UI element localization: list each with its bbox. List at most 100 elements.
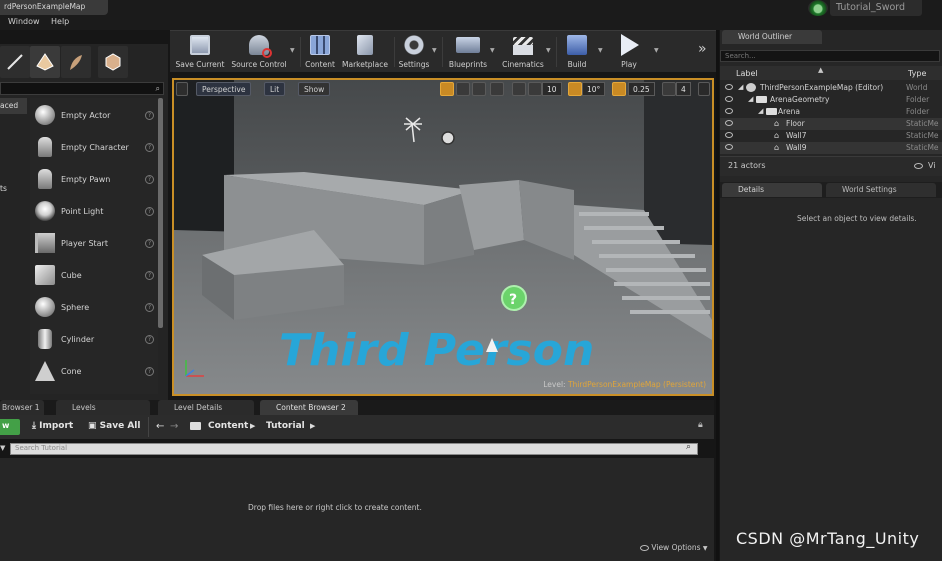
menu-help[interactable]: Help — [51, 17, 69, 26]
level-tab[interactable]: rdPersonExampleMap — [0, 0, 108, 15]
list-item-empty-character[interactable]: Empty Character ? — [32, 132, 154, 162]
list-item-player-start[interactable]: Player Start ? — [32, 228, 154, 258]
path-separator-icon[interactable]: ▶ — [250, 422, 255, 430]
content-button[interactable]: Content — [303, 33, 337, 71]
save-all-button[interactable]: ▣ Save All — [88, 419, 140, 435]
show-dropdown[interactable]: Show — [298, 82, 331, 96]
list-item-sphere[interactable]: Sphere ? — [32, 292, 154, 322]
scale-snap-value[interactable]: 0.25 — [628, 82, 655, 96]
rotate-tool-icon[interactable] — [456, 82, 470, 96]
place-search-input[interactable]: ⌕ — [0, 82, 164, 95]
menu-window[interactable]: Window — [8, 17, 40, 26]
maximize-viewport-icon[interactable] — [698, 82, 710, 96]
add-new-button[interactable]: w — [0, 419, 20, 435]
level-viewport[interactable]: Third Person ? Perspective Lit Show 10 1… — [172, 78, 714, 396]
tab-content-browser-1[interactable]: Browser 1 — [0, 400, 44, 415]
perspective-dropdown[interactable]: Perspective — [196, 82, 252, 96]
scale-tool-icon[interactable] — [472, 82, 486, 96]
visibility-eye-icon[interactable] — [725, 132, 733, 138]
blueprints-button[interactable]: Blueprints — [446, 33, 490, 71]
help-icon[interactable]: ? — [145, 302, 154, 312]
panel-splitter[interactable] — [716, 30, 719, 561]
help-icon[interactable]: ? — [145, 206, 154, 216]
world-local-icon[interactable] — [490, 82, 504, 96]
outliner-row[interactable]: ◢ ArenaGeometry Folder — [720, 94, 942, 106]
expand-arrow-icon[interactable]: ◢ — [748, 95, 753, 103]
tab-level-details[interactable]: Level Details — [158, 400, 254, 415]
translate-tool-icon[interactable] — [440, 82, 454, 96]
expand-arrow-icon[interactable]: ◢ — [758, 107, 763, 115]
chevron-down-icon[interactable]: ▼ — [654, 47, 659, 54]
grid-snap-icon[interactable] — [528, 82, 542, 96]
lit-dropdown[interactable]: Lit — [264, 82, 286, 96]
visibility-eye-icon[interactable] — [725, 96, 733, 102]
chevron-down-icon[interactable]: ▼ — [546, 47, 551, 54]
chevron-down-icon[interactable]: ▼ — [490, 47, 495, 54]
rotation-snap-value[interactable]: 10° — [582, 82, 606, 96]
tab-world-settings[interactable]: World Settings — [826, 183, 936, 197]
outliner-row[interactable]: ◢ ThirdPersonExampleMap (Editor) World — [720, 82, 942, 94]
help-icon[interactable]: ? — [145, 174, 154, 184]
help-icon[interactable]: ? — [145, 334, 154, 344]
forward-arrow-icon[interactable]: → — [170, 421, 178, 432]
scale-snap-icon[interactable] — [612, 82, 626, 96]
help-icon[interactable]: ? — [145, 366, 154, 376]
help-icon[interactable]: ? — [145, 270, 154, 280]
source-control-button[interactable]: Source Control — [228, 33, 290, 71]
viewport-options-dropdown[interactable] — [176, 82, 188, 96]
path-tutorial[interactable]: Tutorial — [266, 419, 305, 435]
place-list-scrollbar[interactable] — [158, 98, 163, 328]
grid-snap-value[interactable]: 10 — [542, 82, 562, 96]
search-icon[interactable]: ⌕ — [686, 442, 691, 452]
category-recently-placed[interactable]: aced — [0, 98, 27, 114]
filters-dropdown-icon[interactable]: ▼ — [0, 444, 5, 452]
help-icon[interactable]: ? — [145, 142, 154, 152]
path-content[interactable]: Content — [208, 419, 248, 435]
save-current-button[interactable]: Save Current — [174, 33, 226, 71]
column-type[interactable]: Type — [908, 69, 926, 78]
mode-foliage-icon[interactable] — [61, 46, 91, 78]
chevron-down-icon[interactable]: ▼ — [432, 47, 437, 54]
list-item-cylinder[interactable]: Cylinder ? — [32, 324, 154, 354]
list-item-empty-pawn[interactable]: Empty Pawn ? — [32, 164, 154, 194]
content-search-input[interactable]: Search Tutorial — [10, 443, 698, 455]
outliner-row[interactable]: ◢ Arena Folder — [720, 106, 942, 118]
build-button[interactable]: Build — [562, 33, 592, 71]
lock-icon[interactable]: 🔒︎ — [698, 420, 703, 430]
visibility-eye-icon[interactable] — [725, 84, 733, 90]
play-button[interactable]: Play — [614, 33, 644, 71]
list-item-point-light[interactable]: Point Light ? — [32, 196, 154, 226]
expand-arrow-icon[interactable]: ◢ — [738, 83, 743, 91]
tab-content-browser-2[interactable]: Content Browser 2 — [260, 400, 358, 415]
list-item-cone[interactable]: Cone ? — [32, 356, 154, 386]
category-lights[interactable]: ts — [0, 184, 7, 193]
mode-mesh-paint-icon[interactable] — [98, 46, 128, 78]
rotation-snap-icon[interactable] — [568, 82, 582, 96]
tab-levels[interactable]: Levels — [56, 400, 150, 415]
outliner-search-input[interactable]: Search... — [720, 50, 940, 62]
help-icon[interactable]: ? — [145, 110, 154, 120]
list-item-cube[interactable]: Cube ? — [32, 260, 154, 290]
marketplace-button[interactable]: Marketplace — [340, 33, 390, 71]
cinematics-button[interactable]: Cinematics — [500, 33, 546, 71]
view-options-eye-icon[interactable] — [914, 163, 923, 169]
column-label[interactable]: Label — [736, 69, 758, 78]
mode-geometry-icon[interactable] — [0, 46, 30, 78]
visibility-eye-icon[interactable] — [725, 120, 733, 126]
outliner-row[interactable]: ⌂ Wall7 StaticMe — [720, 130, 942, 142]
visibility-eye-icon[interactable] — [725, 144, 733, 150]
tab-details[interactable]: Details — [722, 183, 822, 197]
camera-speed-icon[interactable] — [662, 82, 676, 96]
import-button[interactable]: ⤓ Import — [32, 419, 73, 435]
mode-place-icon[interactable] — [30, 46, 60, 78]
visibility-eye-icon[interactable] — [725, 108, 733, 114]
chevron-down-icon[interactable]: ▼ — [598, 47, 603, 54]
toolbar-overflow-icon[interactable]: » — [698, 41, 707, 57]
settings-button[interactable]: Settings — [396, 33, 432, 71]
list-item-empty-actor[interactable]: Empty Actor ? — [32, 100, 154, 130]
chevron-down-icon[interactable]: ▼ — [290, 47, 295, 54]
view-options-label[interactable]: Vi — [928, 161, 936, 170]
view-options-button[interactable]: View Options ▼ — [640, 543, 708, 552]
back-arrow-icon[interactable]: ← — [156, 421, 164, 432]
help-icon[interactable]: ? — [145, 238, 154, 248]
